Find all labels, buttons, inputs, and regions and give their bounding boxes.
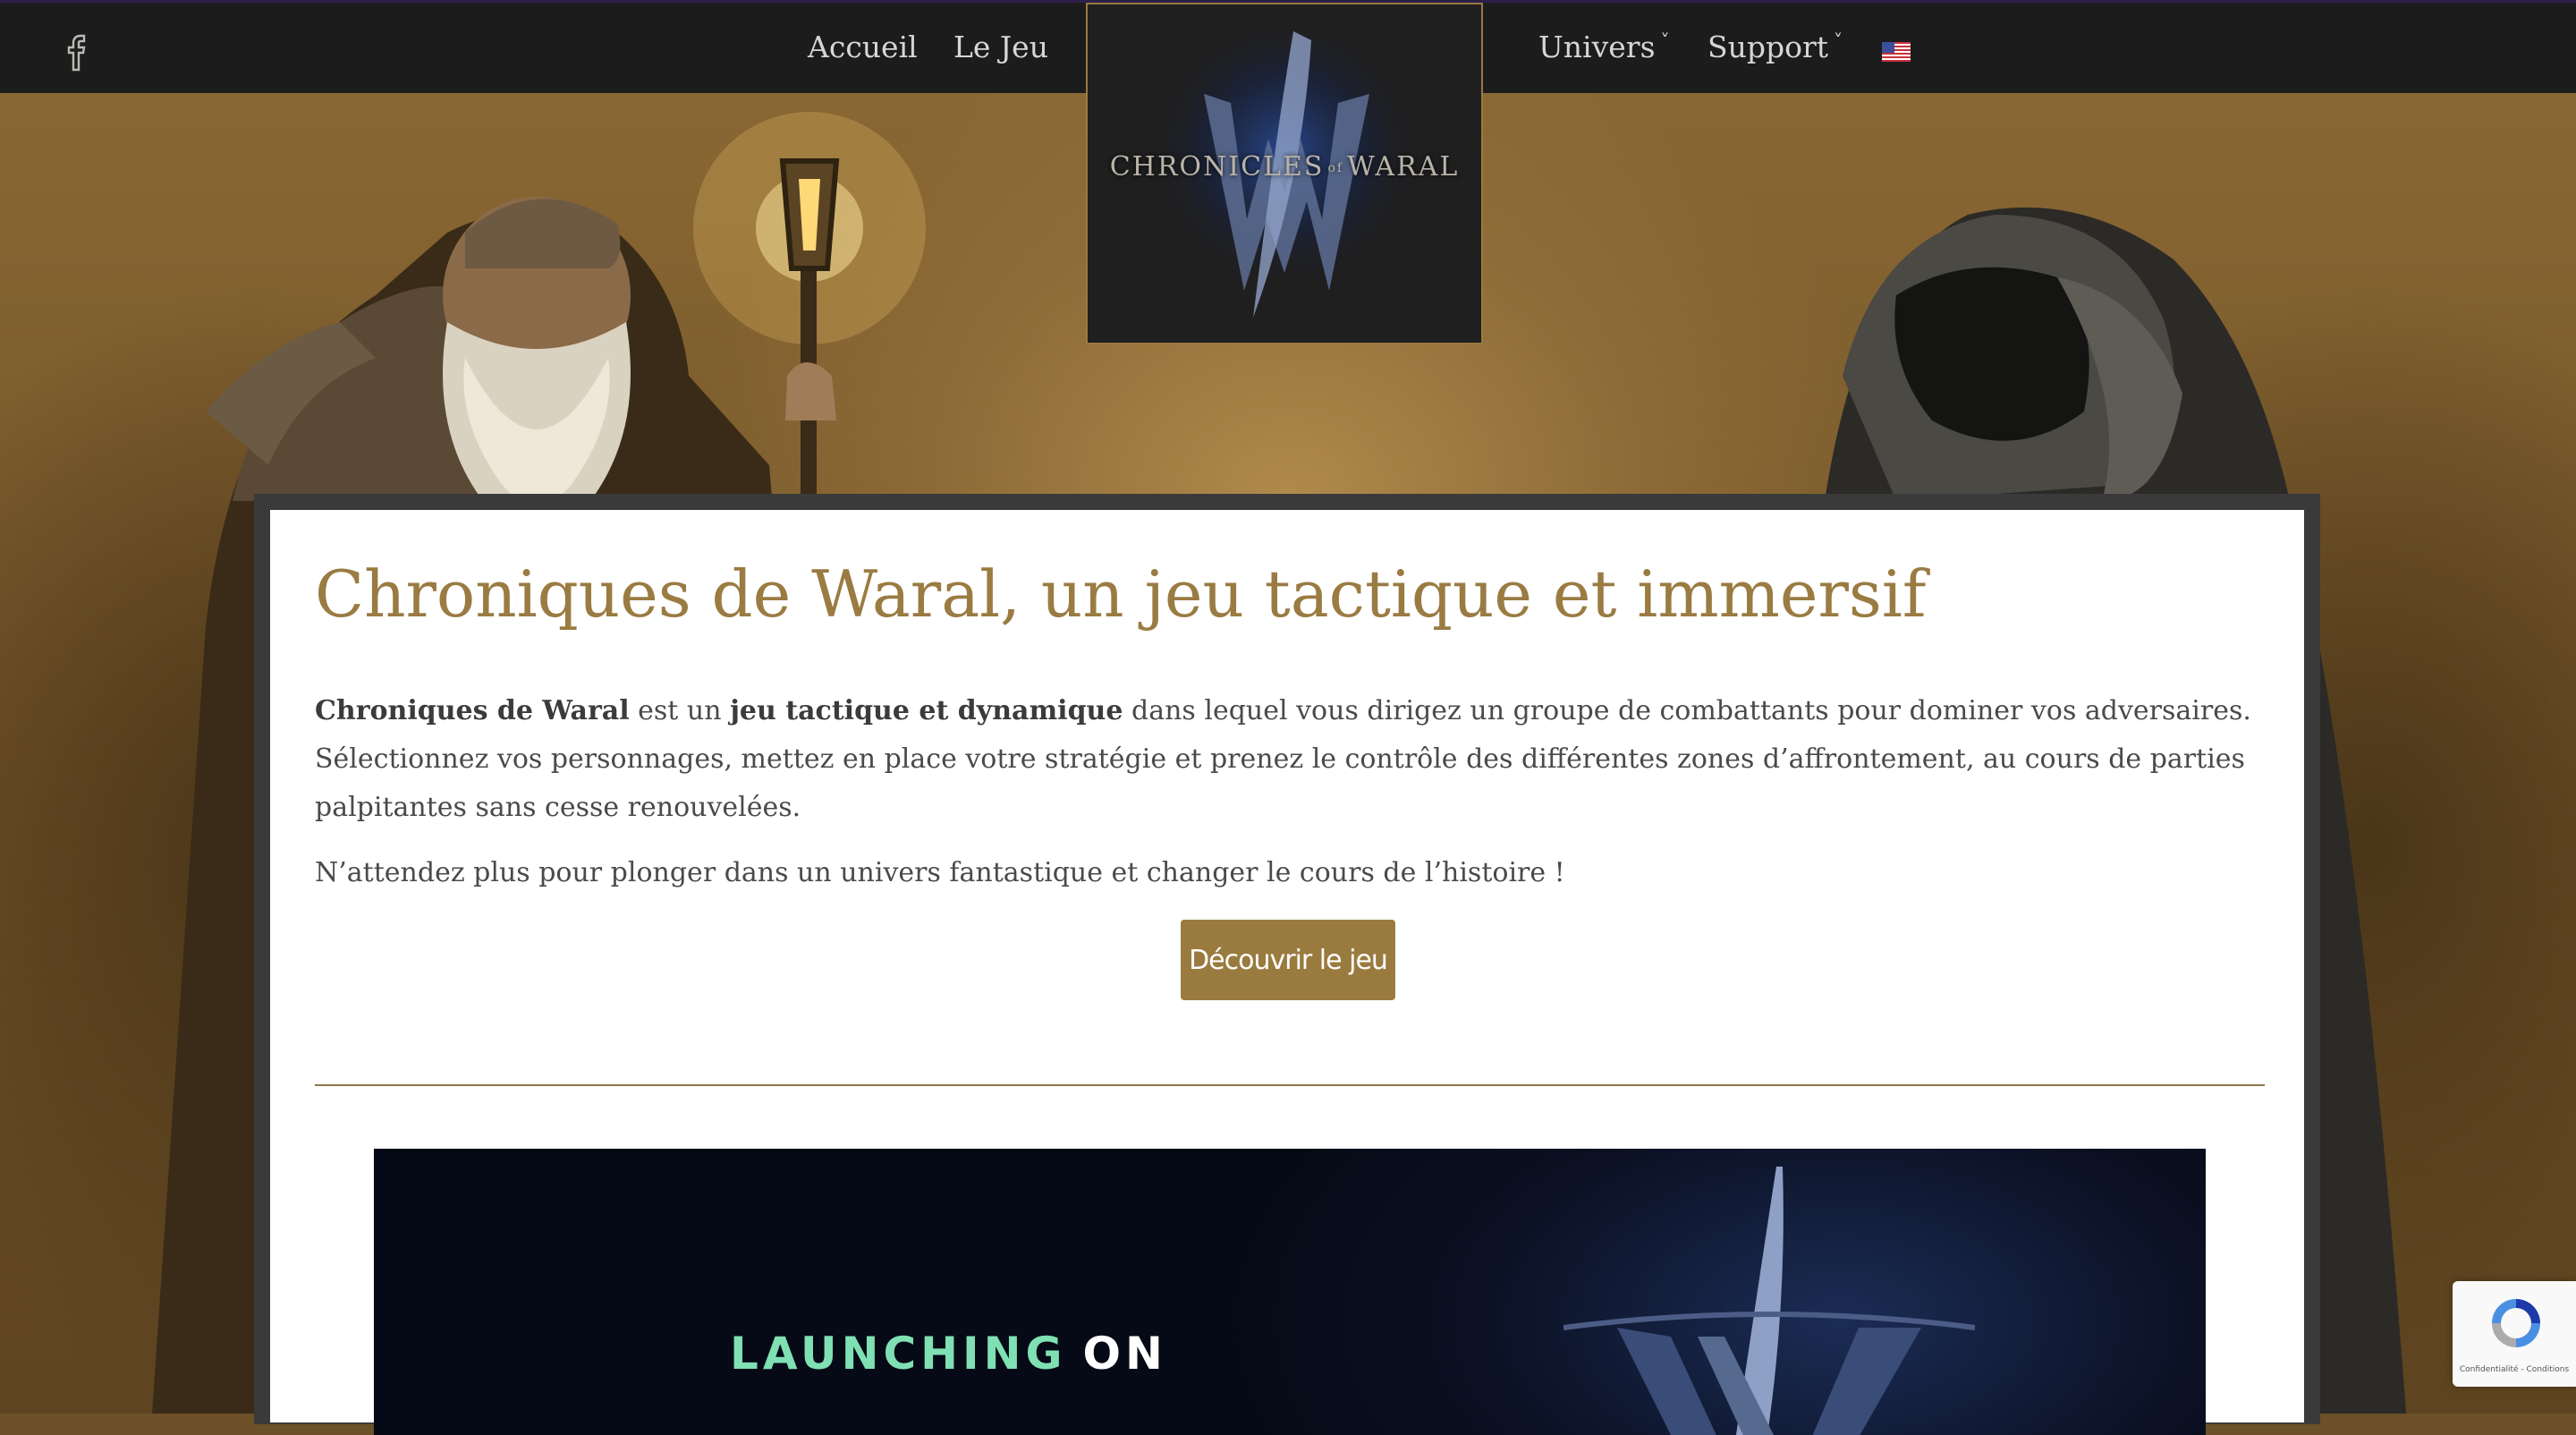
logo-text-left: CHRONICLES [1109,151,1325,183]
content-card: Chroniques de Waral, un jeu tactique et … [270,510,2304,1435]
nav-support-label: Support [1707,30,1829,64]
recaptcha-icon [2492,1299,2540,1347]
launch-heading: LAUNCHING ON [730,1328,1167,1380]
nav-univers[interactable]: Univers ˅ [1538,30,1670,64]
chevron-down-icon: ˅ [1660,30,1670,51]
launch-banner[interactable]: LAUNCHING ON [374,1149,2206,1435]
chevron-down-icon: ˅ [1834,30,1843,51]
site-logo[interactable]: CHRONICLES of WARAL [1086,3,1483,344]
logo-text-of: of [1327,161,1344,175]
intro-game-name: Chroniques de Waral [315,695,630,726]
logo-wordmark: CHRONICLES of WARAL [1088,151,1481,183]
recaptcha-badge[interactable]: Confidentialité - Conditions [2453,1281,2576,1387]
nav-univers-label: Univers [1538,30,1656,64]
intro-text-1: est un [629,695,731,726]
section-divider [315,1084,2265,1086]
nav-support[interactable]: Support ˅ [1707,30,1843,64]
intro-paragraph: Chroniques de Waral est un jeu tactique … [315,687,2274,832]
discover-game-button[interactable]: Découvrir le jeu [1181,920,1395,1000]
recaptcha-links[interactable]: Confidentialité - Conditions [2453,1365,2576,1374]
banner-emblem-icon [1563,1167,1975,1435]
tagline: N’attendez plus pour plonger dans un uni… [315,857,1565,888]
us-flag-icon[interactable] [1882,42,1911,62]
facebook-icon[interactable] [63,32,91,72]
launch-word-2: ON [1082,1328,1167,1380]
logo-text-right: WARAL [1347,151,1460,183]
intro-highlight: jeu tactique et dynamique [730,695,1123,726]
nav-accueil[interactable]: Accueil [808,30,918,64]
page-title: Chroniques de Waral, un jeu tactique et … [315,556,1927,632]
nav-le-jeu[interactable]: Le Jeu [953,30,1048,64]
launch-word-1: LAUNCHING [730,1328,1067,1380]
